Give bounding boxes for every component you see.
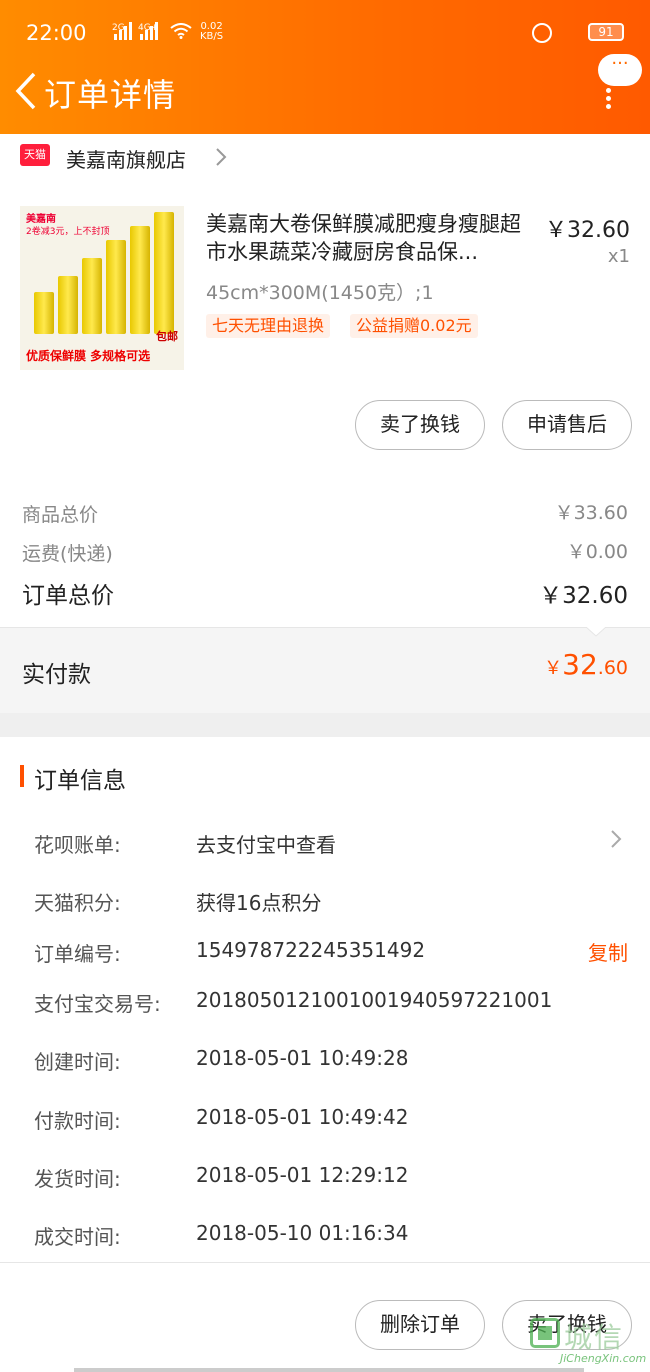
amount-paid-value: ￥32.60 (544, 648, 628, 681)
amount-paid-label: 实付款 (22, 662, 91, 688)
order-total-value: ￥32.60 (539, 583, 628, 609)
shop-row[interactable]: 天猫 美嘉南旗舰店 (0, 134, 650, 180)
chevron-left-icon (15, 72, 36, 110)
section-divider (0, 713, 650, 737)
created-time-value: 2018-05-01 10:49:28 (196, 1046, 409, 1070)
return-policy-tag: 七天无理由退换 (206, 314, 331, 338)
shipped-time-label: 发货时间: (34, 1167, 121, 1191)
sell-button[interactable]: 卖了换钱 (355, 400, 485, 450)
scroll-indicator (74, 1368, 584, 1372)
delete-order-button[interactable]: 删除订单 (355, 1300, 485, 1350)
thumb-brand: 美嘉南 (26, 214, 56, 225)
page-title: 订单详情 (44, 76, 177, 114)
product-price: ￥32.60 (545, 218, 630, 243)
product-spec: 45cm*300M(1450克）;1 (206, 282, 434, 304)
rotation-lock-icon (532, 23, 552, 43)
roll-graphic (82, 258, 102, 334)
order-number-value: 154978722245351492 (196, 938, 426, 962)
status-bar: 22:00 2G 4G+ 0.02 KB/S 91 (26, 18, 624, 48)
roll-graphic (130, 226, 150, 334)
chevron-right-icon (216, 148, 227, 166)
charity-tag: 公益捐赠0.02元 (350, 314, 478, 338)
thumb-label: 包邮 (156, 330, 178, 343)
back-button[interactable] (8, 68, 44, 114)
roll-graphic (106, 240, 126, 334)
payment-time-value: 2018-05-01 10:49:42 (196, 1105, 409, 1129)
status-time: 22:00 (26, 21, 87, 45)
amount-paid-row: 实付款 ￥32.60 (0, 627, 650, 713)
huabei-label: 花呗账单: (34, 833, 121, 857)
huabei-link[interactable]: 去支付宝中查看 (196, 829, 336, 858)
goods-total-value: ￥33.60 (554, 502, 628, 524)
order-number-label: 订单编号: (34, 942, 121, 966)
goods-total-label: 商品总价 (22, 504, 99, 526)
watermark-logo: 城信 JiChengXin.com (526, 1308, 646, 1368)
payment-time-label: 付款时间: (34, 1109, 121, 1133)
product-image[interactable]: 美嘉南 2卷减3元，上不封顶 包邮 优质保鲜膜 多规格可选 (20, 206, 184, 370)
completed-time-label: 成交时间: (34, 1225, 121, 1249)
shop-name[interactable]: 美嘉南旗舰店 (66, 144, 186, 173)
tmall-points-value: 获得16点积分 (196, 891, 322, 915)
more-menu-icon[interactable] (604, 86, 612, 110)
shipping-value: ￥0.00 (566, 541, 628, 563)
signal-1-icon (114, 22, 132, 40)
copy-button[interactable]: 复制 (588, 937, 628, 966)
order-total-label: 订单总价 (22, 583, 114, 609)
network-speed: 0.02 KB/S (200, 21, 224, 42)
notch-decoration (586, 627, 606, 637)
footer-divider (0, 1262, 650, 1263)
signal-2-icon (140, 22, 158, 40)
roll-graphic (34, 292, 54, 334)
roll-graphic (58, 276, 78, 334)
product-quantity: x1 (607, 246, 630, 267)
shipping-label: 运费(快递) (22, 543, 113, 565)
battery-icon: 91 (588, 23, 624, 41)
order-info-title: 订单信息 (34, 768, 126, 794)
section-accent-bar (20, 765, 24, 787)
after-sale-button[interactable]: 申请售后 (502, 400, 632, 450)
roll-graphic (154, 212, 174, 334)
order-item[interactable]: 美嘉南 2卷减3元，上不封顶 包邮 优质保鲜膜 多规格可选 美嘉南大卷保鲜膜减肥… (0, 190, 650, 380)
created-time-label: 创建时间: (34, 1050, 121, 1074)
thumb-promo: 2卷减3元，上不封顶 (26, 227, 110, 237)
tmall-logo-icon: 天猫 (20, 144, 50, 166)
alipay-trade-label: 支付宝交易号: (34, 992, 161, 1016)
completed-time-value: 2018-05-10 01:16:34 (196, 1221, 409, 1245)
alipay-trade-value: 2018050121001001940597221001 (196, 988, 553, 1012)
product-title[interactable]: 美嘉南大卷保鲜膜减肥瘦身瘦腿超市水果蔬菜冷藏厨房食品保... (206, 210, 530, 266)
message-bubble-icon[interactable]: ··· (598, 54, 642, 86)
tmall-points-label: 天猫积分: (34, 891, 121, 915)
thumb-slogan: 优质保鲜膜 多规格可选 (26, 349, 151, 363)
shipped-time-value: 2018-05-01 12:29:12 (196, 1163, 409, 1187)
app-header: 22:00 2G 4G+ 0.02 KB/S 91 订单详情 ··· (0, 0, 650, 134)
wifi-icon (170, 23, 192, 39)
chevron-right-icon[interactable] (608, 828, 624, 850)
